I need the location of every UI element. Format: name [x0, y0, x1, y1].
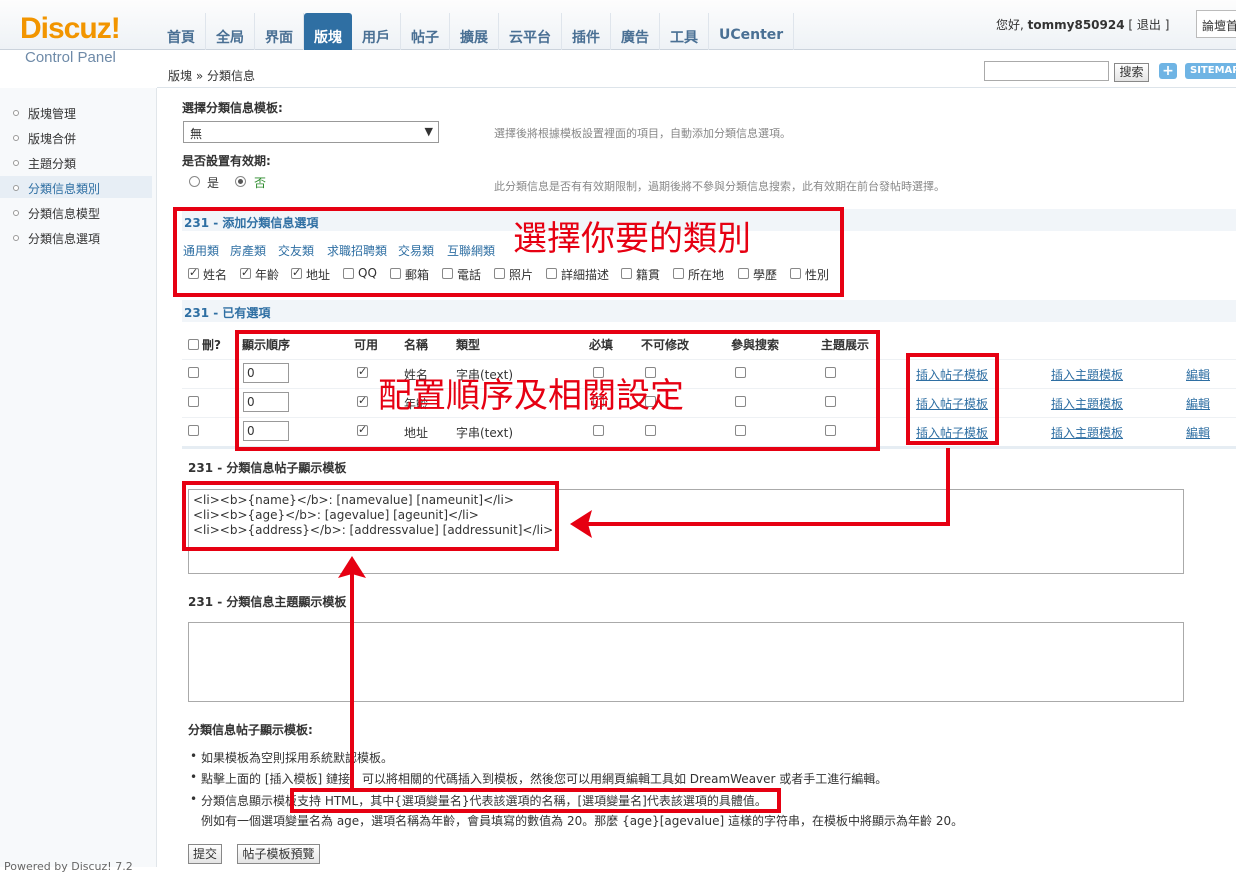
arrow-from-insert-link — [582, 448, 950, 526]
annotation-arrows — [338, 448, 950, 790]
